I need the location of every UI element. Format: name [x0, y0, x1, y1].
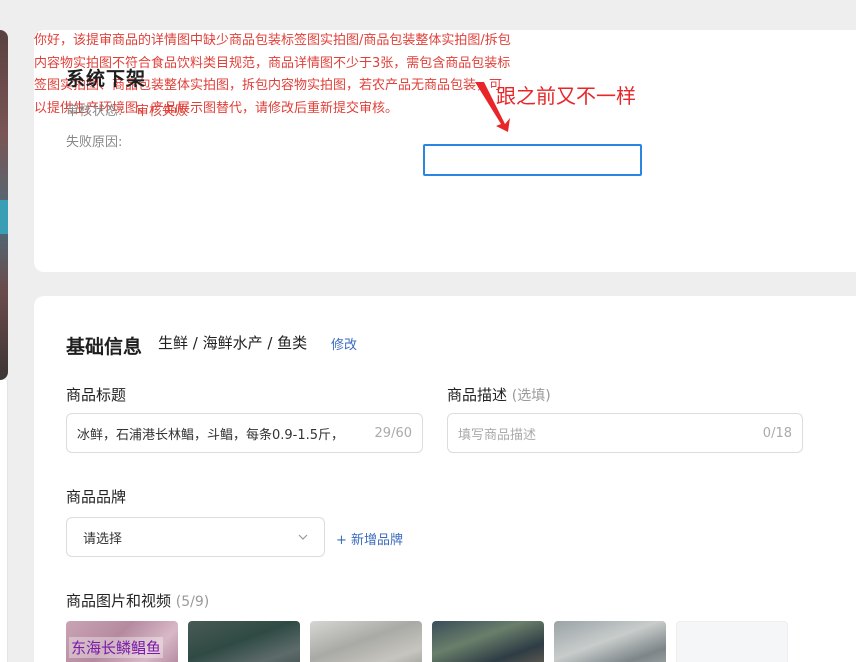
media-label-text: 商品图片和视频 [66, 592, 172, 610]
edit-category-link[interactable]: 修改 [331, 334, 357, 353]
title-field-label: 商品标题 [66, 386, 127, 404]
brand-field-label: 商品品牌 [66, 488, 127, 506]
side-panel-edge [0, 30, 8, 380]
status-label: 审核状态: [66, 104, 123, 119]
title-input[interactable]: 冰鲜，石浦港长林鲳，斗鲳，每条0.9-1.5斤， 29/60 [66, 413, 423, 453]
brand-select-value: 请选择 [83, 531, 123, 547]
media-count: (5/9) [175, 594, 210, 610]
product-image-thumb[interactable]: 东海长鳞鲳鱼 [66, 621, 178, 662]
media-thumbnails: 东海长鳞鲳鱼 [66, 621, 788, 662]
desc-optional-tag: (选填) [511, 388, 551, 404]
title-char-count: 29/60 [374, 425, 412, 441]
side-panel-lower-edge [0, 380, 8, 662]
title-input-value[interactable]: 冰鲜，石浦港长林鲳，斗鲳，每条0.9-1.5斤， [77, 424, 367, 443]
product-image-thumb[interactable] [432, 621, 544, 662]
brand-select[interactable]: 请选择 [66, 517, 325, 557]
basic-info-card: 基础信息 生鲜 / 海鲜水产 / 鱼类 修改 商品标题 冰鲜，石浦港长林鲳，斗鲳… [34, 296, 856, 662]
desc-char-count: 0/18 [762, 425, 792, 441]
add-brand-button[interactable]: + 新增品牌 [336, 529, 403, 548]
audit-title: 系统下架 [66, 68, 147, 90]
chevron-down-icon [298, 534, 308, 540]
desc-label-text: 商品描述 [447, 386, 508, 404]
basic-info-title: 基础信息 [66, 336, 143, 358]
reason-label: 失败原因: [66, 135, 123, 150]
product-image-thumb[interactable] [188, 621, 300, 662]
product-image-thumb[interactable] [554, 621, 666, 662]
thumb-caption: 东海长鳞鲳鱼 [69, 637, 164, 658]
media-field-label: 商品图片和视频 (5/9) [66, 590, 209, 611]
status-value: 审核失败 [136, 104, 189, 119]
desc-input-placeholder[interactable]: 填写商品描述 [458, 424, 755, 443]
upload-image-slot[interactable] [676, 621, 788, 662]
annotation-arrow-icon [475, 82, 510, 132]
desc-input[interactable]: 填写商品描述 0/18 [447, 413, 803, 453]
category-breadcrumb: 生鲜 / 海鲜水产 / 鱼类 [158, 334, 308, 352]
product-image-thumb[interactable] [310, 621, 422, 662]
desc-field-label: 商品描述 (选填) [447, 384, 551, 405]
annotation-highlight-box [423, 144, 642, 176]
side-panel-accent [0, 200, 8, 234]
